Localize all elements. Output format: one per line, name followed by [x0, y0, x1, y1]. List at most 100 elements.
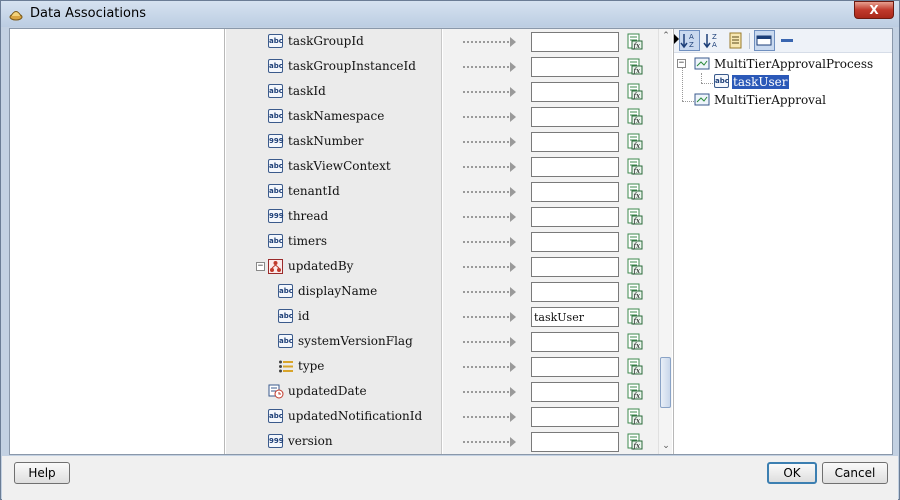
source-tree-row[interactable]: 999 taskNumber	[226, 129, 442, 154]
mapping-expression-field[interactable]	[531, 82, 619, 102]
source-field-label: thread	[288, 209, 329, 223]
source-tree-row[interactable]: updatedDate	[226, 379, 442, 404]
expression-builder-icon[interactable]: fx	[627, 108, 643, 125]
expression-builder-icon[interactable]: fx	[627, 333, 643, 350]
string-type-icon: abc	[714, 74, 729, 88]
collapse-icon[interactable]: −	[677, 59, 686, 68]
mapping-expression-field[interactable]	[531, 157, 619, 177]
mapping-connector	[463, 241, 509, 243]
expression-builder-icon[interactable]: fx	[627, 433, 643, 450]
expression-builder-icon[interactable]: fx	[627, 358, 643, 375]
properties-button[interactable]	[725, 30, 746, 51]
svg-text:Z: Z	[712, 33, 717, 41]
expression-builder-icon[interactable]: fx	[627, 308, 643, 325]
svg-text:fx: fx	[633, 192, 641, 200]
source-field-label: systemVersionFlag	[298, 334, 413, 348]
expression-builder-icon[interactable]: fx	[627, 383, 643, 400]
source-tree-row[interactable]: abc timers	[226, 229, 442, 254]
sort-descending-button[interactable]: Z A	[702, 30, 723, 51]
source-tree-row[interactable]: abc taskId	[226, 79, 442, 104]
source-field-label: updatedNotificationId	[288, 409, 423, 423]
source-tree-row[interactable]: abc taskNamespace	[226, 104, 442, 129]
source-tree-row[interactable]: abc taskViewContext	[226, 154, 442, 179]
mapping-expression-field[interactable]	[531, 107, 619, 127]
cancel-button[interactable]: Cancel	[822, 462, 888, 484]
date-type-icon	[268, 384, 284, 399]
expression-builder-icon[interactable]: fx	[627, 158, 643, 175]
ok-button[interactable]: OK	[767, 462, 817, 484]
expression-builder-icon[interactable]: fx	[627, 183, 643, 200]
collapse-icon[interactable]: −	[256, 262, 265, 271]
mapping-connector	[463, 341, 509, 343]
mapping-row: fx	[443, 204, 658, 229]
expression-builder-icon[interactable]: fx	[627, 283, 643, 300]
svg-text:fx: fx	[633, 67, 641, 75]
collapse-all-button[interactable]	[777, 30, 798, 51]
close-button[interactable]: X	[854, 1, 894, 19]
mapping-expression-field[interactable]	[531, 432, 619, 452]
title-bar[interactable]: Data Associations X	[1, 1, 899, 27]
source-tree-row[interactable]: 999 version	[226, 429, 442, 454]
source-tree-row[interactable]: abc taskGroupInstanceId	[226, 54, 442, 79]
arrow-right-icon	[510, 337, 516, 347]
app-icon	[9, 11, 23, 21]
source-tree-row[interactable]: abc updatedNotificationId	[226, 404, 442, 429]
source-tree-row[interactable]: abc displayName	[226, 279, 442, 304]
mapping-expression-field[interactable]	[531, 232, 619, 252]
mapping-expression-field[interactable]	[531, 257, 619, 277]
mapping-expression-field[interactable]	[531, 357, 619, 377]
mapping-expression-field[interactable]	[531, 207, 619, 227]
scroll-thumb[interactable]	[660, 357, 671, 408]
mapping-expression-field[interactable]	[531, 57, 619, 77]
mapping-expression-field[interactable]	[531, 282, 619, 302]
process-variable-icon	[694, 57, 710, 70]
mapping-expression-field[interactable]	[531, 382, 619, 402]
source-tree-row[interactable]: abc systemVersionFlag	[226, 329, 442, 354]
target-node-taskuser[interactable]: abc taskUser	[674, 73, 892, 91]
source-field-label: id	[298, 309, 310, 323]
mapping-expression-field[interactable]	[531, 307, 619, 327]
mapping-expression-field[interactable]	[531, 182, 619, 202]
vertical-scrollbar[interactable]: ⌃ ⌄	[658, 29, 672, 454]
expression-builder-icon[interactable]: fx	[627, 408, 643, 425]
expression-builder-icon[interactable]: fx	[627, 58, 643, 75]
arrow-right-icon	[510, 37, 516, 47]
source-tree-row[interactable]: 999 thread	[226, 204, 442, 229]
number-type-icon: 999	[268, 209, 284, 223]
expression-builder-icon[interactable]: fx	[627, 208, 643, 225]
show-detail-button[interactable]	[754, 30, 775, 51]
sort-ascending-button[interactable]: A Z	[679, 30, 700, 51]
mapping-row: fx	[443, 179, 658, 204]
mapping-expression-field[interactable]	[531, 407, 619, 427]
expression-builder-icon[interactable]: fx	[627, 133, 643, 150]
expression-builder-icon[interactable]: fx	[627, 258, 643, 275]
number-type-icon: 999	[268, 134, 284, 148]
scroll-up-icon[interactable]: ⌃	[661, 31, 671, 41]
mapping-expression-field[interactable]	[531, 332, 619, 352]
source-tree-row[interactable]: type	[226, 354, 442, 379]
source-tree-row[interactable]: abc taskGroupId	[226, 29, 442, 54]
target-node-process[interactable]: − MultiTierApprovalProcess	[674, 55, 892, 73]
svg-text:fx: fx	[633, 167, 641, 175]
svg-text:fx: fx	[633, 392, 641, 400]
help-button[interactable]: Help	[14, 462, 70, 484]
target-node-label: MultiTierApprovalProcess	[714, 57, 874, 71]
expression-builder-icon[interactable]: fx	[627, 33, 643, 50]
svg-text:fx: fx	[633, 42, 641, 50]
source-tree-pane[interactable]: abc taskGroupId abc taskGroupInstanceId abc t…	[226, 29, 442, 454]
string-type-icon: abc	[278, 309, 293, 323]
source-tree-row[interactable]: abc tenantId	[226, 179, 442, 204]
mapping-connector	[463, 441, 509, 443]
target-node-approval[interactable]: MultiTierApproval	[674, 91, 892, 109]
source-tree-row[interactable]: − updatedBy	[226, 254, 442, 279]
expression-builder-icon[interactable]: fx	[627, 83, 643, 100]
expression-builder-icon[interactable]: fx	[627, 233, 643, 250]
scroll-down-icon[interactable]: ⌄	[661, 441, 671, 451]
mapping-expression-field[interactable]	[531, 32, 619, 52]
mapping-expression-field[interactable]	[531, 132, 619, 152]
mapping-row: fx	[443, 29, 658, 54]
arrow-right-icon	[510, 237, 516, 247]
source-tree-row[interactable]: abc id	[226, 304, 442, 329]
mapping-row: fx	[443, 304, 658, 329]
mapping-connector	[463, 166, 509, 168]
